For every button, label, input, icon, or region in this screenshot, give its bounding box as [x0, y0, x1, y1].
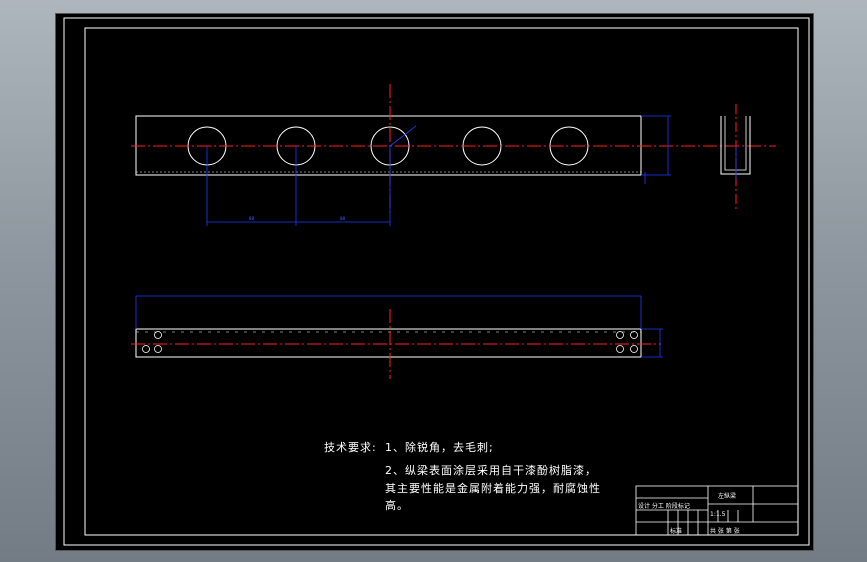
- front-dimensions: [206, 115, 671, 226]
- title-scale: 1:1.5: [710, 511, 726, 518]
- bolt-hole-bl1: [142, 345, 150, 353]
- dim-label-pitch-2: 88: [340, 216, 346, 221]
- bolt-hole-tr2: [630, 331, 638, 339]
- top-dimensions: [135, 295, 663, 358]
- title-row-a: 设计 分工 阶段标记: [638, 502, 690, 510]
- inner-border: [84, 27, 799, 536]
- notes-line-3: 其主要性能是金属附着能力强，耐腐蚀性: [385, 482, 601, 495]
- bolt-hole-br2: [630, 345, 638, 353]
- beam-side-view: [720, 104, 751, 209]
- notes-line-4: 高。: [385, 499, 409, 512]
- title-row-b: 标准: [670, 527, 682, 535]
- bolt-hole-tr1: [616, 331, 624, 339]
- dim-label-pitch-1: 88: [249, 216, 255, 221]
- title-part-name: 左纵梁: [718, 492, 736, 500]
- notes-line-1: 1、除锐角，去毛刺;: [385, 441, 494, 454]
- top-outline: [135, 328, 642, 358]
- beam-top-view: [131, 295, 663, 379]
- bolt-hole-bl2: [154, 345, 162, 353]
- title-row-c: 共 张 第 张: [710, 527, 740, 535]
- drawing-viewport[interactable]: 88 88 左纵梁 1:1.5 设计 分工 阶段标记 标准 共 张 第 张 技术…: [55, 13, 814, 551]
- notes-line-2: 2、纵梁表面涂层采用自干漆酚树脂漆，: [385, 464, 597, 477]
- beam-outline: [135, 115, 642, 176]
- beam-front-view: 88 88: [131, 84, 776, 226]
- bolt-hole-tl: [154, 331, 162, 339]
- notes-heading: 技术要求:: [324, 441, 377, 454]
- bolt-hole-br1: [616, 345, 624, 353]
